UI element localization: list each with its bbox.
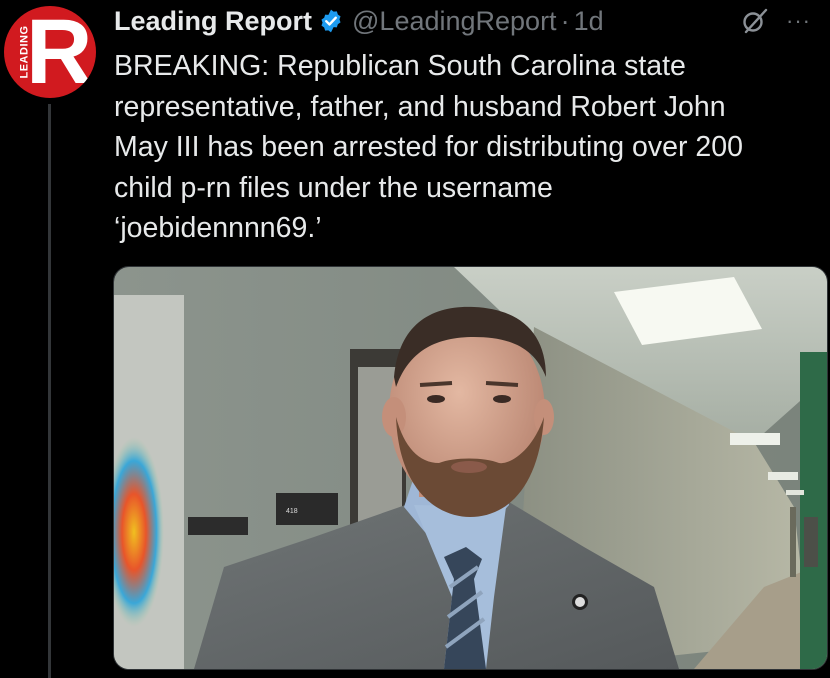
more-options-icon[interactable]: ··· <box>786 8 811 34</box>
tweet-text-line: representative, father, and husband Robe… <box>114 90 726 123</box>
tweet-text-line: BREAKING: Republican South Carolina stat… <box>114 50 686 82</box>
thread-line <box>48 104 51 678</box>
avatar-logo-letter: R <box>26 6 93 98</box>
avatar-logo-text: LEADING <box>18 23 31 81</box>
author-handle[interactable]: @LeadingReport <box>352 6 557 37</box>
verified-badge-icon <box>318 8 344 34</box>
tweet-text-line: May III has been arrested for distributi… <box>114 131 743 163</box>
author-display-name[interactable]: Leading Report <box>114 6 312 37</box>
tweet-text: BREAKING: Republican South Carolina stat… <box>114 46 826 249</box>
room-number-sign: 418 <box>286 508 298 515</box>
avatar[interactable]: R LEADING <box>4 6 96 98</box>
timestamp[interactable]: 1d <box>574 6 604 37</box>
tweet-text-line: child p-rn files under the username <box>114 171 553 204</box>
separator-dot: · <box>560 5 570 36</box>
grok-icon[interactable] <box>740 6 770 36</box>
tweet-text-line: ‘joebidennnn69.’ <box>114 212 322 244</box>
tweet-header: Leading Report @LeadingReport · 1d <box>114 4 604 38</box>
photo-scene: 418 <box>114 267 827 669</box>
tweet-photo[interactable]: 418 <box>113 266 828 670</box>
